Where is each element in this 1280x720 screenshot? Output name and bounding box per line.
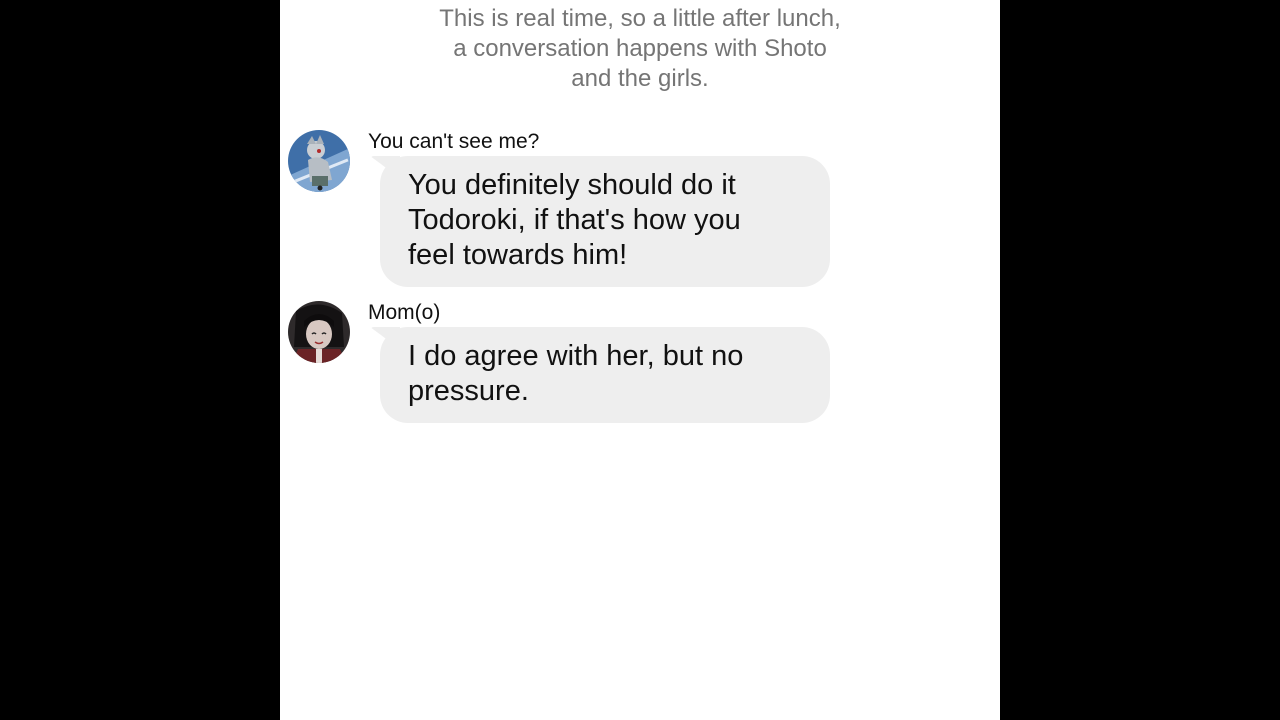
sender-name: Mom(o) — [368, 301, 441, 324]
message-line: You definitely should do it — [408, 169, 736, 201]
narration-line: a conversation happens with Shoto — [453, 35, 827, 62]
narration-line: This is real time, so a little after lun… — [439, 5, 841, 32]
narration-line: and the girls. — [571, 65, 709, 92]
message-line: Todoroki, if that's how you — [408, 204, 741, 236]
message-line: pressure. — [408, 375, 529, 407]
message-bubble[interactable]: You definitely should do it Todoroki, if… — [380, 156, 830, 287]
message-bubble[interactable]: I do agree with her, but no pressure. — [380, 327, 830, 423]
anime-character-avatar-icon[interactable] — [288, 130, 350, 192]
message-line: I do agree with her, but no — [408, 340, 744, 372]
chat-screen: This is real time, so a little after lun… — [280, 0, 1000, 720]
sender-name: You can't see me? — [368, 130, 540, 153]
narration-text: This is real time, so a little after lun… — [280, 4, 1000, 94]
anime-character-avatar-icon[interactable] — [288, 301, 350, 363]
message-line: feel towards him! — [408, 239, 628, 271]
